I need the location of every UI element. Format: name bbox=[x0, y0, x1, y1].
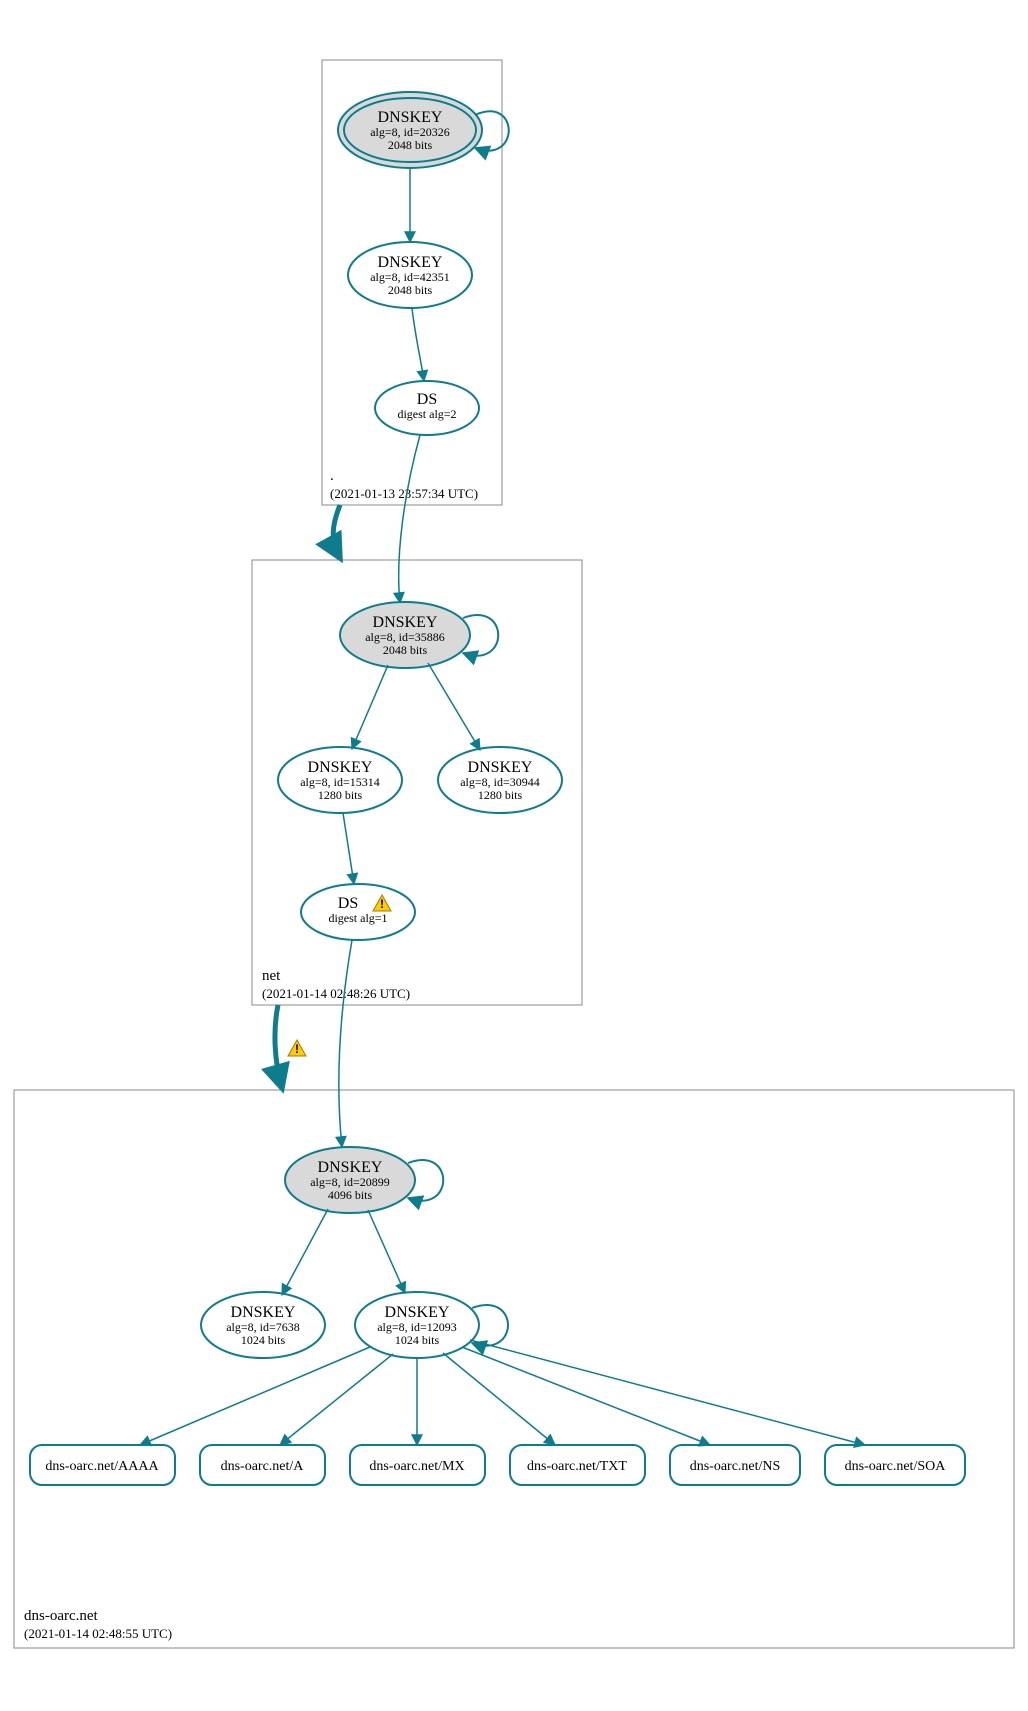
svg-text:digest alg=1: digest alg=1 bbox=[328, 911, 387, 925]
svg-text:2048 bits: 2048 bits bbox=[388, 138, 433, 152]
zone-net-ts: (2021-01-14 02:48:26 UTC) bbox=[262, 986, 410, 1001]
svg-text:2048 bits: 2048 bits bbox=[383, 643, 428, 657]
node-net-ksk: DNSKEY alg=8, id=35886 2048 bits bbox=[340, 602, 470, 668]
svg-text:1024 bits: 1024 bits bbox=[241, 1333, 286, 1347]
dnssec-graph: . (2021-01-13 23:57:34 UTC) net (2021-01… bbox=[0, 0, 1028, 1711]
zone-dnsoarc-name: dns-oarc.net bbox=[24, 1608, 99, 1624]
rrset-aaaa: dns-oarc.net/AAAA bbox=[30, 1445, 175, 1485]
edge-zsk2-txt bbox=[443, 1353, 555, 1445]
rrset-ns: dns-oarc.net/NS bbox=[670, 1445, 800, 1485]
svg-text:DNSKEY: DNSKEY bbox=[318, 1159, 383, 1176]
rrset-txt: dns-oarc.net/TXT bbox=[510, 1445, 645, 1485]
node-root-ds: DS digest alg=2 bbox=[375, 381, 479, 435]
rrset-mx: dns-oarc.net/MX bbox=[350, 1445, 485, 1485]
svg-text:dns-oarc.net/TXT: dns-oarc.net/TXT bbox=[527, 1459, 627, 1474]
svg-text:alg=8, id=35886: alg=8, id=35886 bbox=[365, 630, 445, 644]
edge-rootzsk-rootds bbox=[412, 308, 424, 381]
svg-text:alg=8, id=15314: alg=8, id=15314 bbox=[300, 775, 380, 789]
zone-root-name: . bbox=[330, 468, 334, 484]
edge-root-to-net bbox=[333, 505, 340, 558]
node-root-ksk: DNSKEY alg=8, id=20326 2048 bits bbox=[338, 92, 482, 168]
node-net-zsk1: DNSKEY alg=8, id=15314 1280 bits bbox=[278, 747, 402, 813]
edge-netksk-netzsk1 bbox=[352, 665, 388, 749]
edge-zsk2-aaaa bbox=[140, 1347, 370, 1445]
node-dnsoarc-ksk: DNSKEY alg=8, id=20899 4096 bits bbox=[285, 1147, 415, 1213]
svg-text:alg=8, id=7638: alg=8, id=7638 bbox=[226, 1320, 300, 1334]
svg-text:dns-oarc.net/NS: dns-oarc.net/NS bbox=[690, 1459, 781, 1474]
edge-doksk-dozsk2 bbox=[368, 1210, 405, 1293]
svg-text:!: ! bbox=[380, 897, 384, 911]
svg-text:digest alg=2: digest alg=2 bbox=[397, 407, 456, 421]
warning-icon: ! bbox=[288, 1040, 306, 1056]
svg-text:4096 bits: 4096 bits bbox=[328, 1188, 373, 1202]
svg-text:1280 bits: 1280 bits bbox=[478, 788, 523, 802]
svg-text:DNSKEY: DNSKEY bbox=[373, 614, 438, 631]
rrset-soa: dns-oarc.net/SOA bbox=[825, 1445, 965, 1485]
svg-text:DNSKEY: DNSKEY bbox=[308, 759, 373, 776]
edge-doksk-dozsk1 bbox=[282, 1209, 328, 1295]
svg-text:DNSKEY: DNSKEY bbox=[385, 1304, 450, 1321]
rrset-a: dns-oarc.net/A bbox=[200, 1445, 325, 1485]
svg-text:DS: DS bbox=[338, 895, 358, 912]
node-net-zsk2: DNSKEY alg=8, id=30944 1280 bits bbox=[438, 747, 562, 813]
svg-text:1280 bits: 1280 bits bbox=[318, 788, 363, 802]
svg-text:2048 bits: 2048 bits bbox=[388, 283, 433, 297]
svg-text:1024 bits: 1024 bits bbox=[395, 1333, 440, 1347]
zone-net-name: net bbox=[262, 968, 281, 984]
edge-rootds-netksk bbox=[399, 435, 420, 603]
edge-netzsk1-netds bbox=[343, 813, 354, 884]
svg-text:DNSKEY: DNSKEY bbox=[468, 759, 533, 776]
edge-netds-doksk bbox=[339, 940, 352, 1147]
svg-text:!: ! bbox=[295, 1042, 299, 1056]
edge-net-to-dnsoarc bbox=[275, 1005, 282, 1088]
svg-text:DNSKEY: DNSKEY bbox=[231, 1304, 296, 1321]
svg-text:dns-oarc.net/AAAA: dns-oarc.net/AAAA bbox=[45, 1459, 159, 1474]
svg-text:alg=8, id=30944: alg=8, id=30944 bbox=[460, 775, 540, 789]
node-net-ds: DS digest alg=1 ! bbox=[301, 884, 415, 940]
svg-text:dns-oarc.net/A: dns-oarc.net/A bbox=[221, 1459, 305, 1474]
svg-text:alg=8, id=20899: alg=8, id=20899 bbox=[310, 1175, 390, 1189]
node-dnsoarc-zsk1: DNSKEY alg=8, id=7638 1024 bits bbox=[201, 1292, 325, 1358]
svg-text:DNSKEY: DNSKEY bbox=[378, 254, 443, 271]
svg-text:DNSKEY: DNSKEY bbox=[378, 109, 443, 126]
zone-dnsoarc-ts: (2021-01-14 02:48:55 UTC) bbox=[24, 1626, 172, 1641]
svg-text:DS: DS bbox=[417, 391, 437, 408]
edge-zsk2-ns bbox=[462, 1347, 710, 1445]
node-root-zsk: DNSKEY alg=8, id=42351 2048 bits bbox=[348, 242, 472, 308]
edge-netksk-netzsk2 bbox=[428, 663, 480, 750]
zone-root-ts: (2021-01-13 23:57:34 UTC) bbox=[330, 486, 478, 501]
svg-text:alg=8, id=42351: alg=8, id=42351 bbox=[370, 270, 450, 284]
svg-text:alg=8, id=12093: alg=8, id=12093 bbox=[377, 1320, 457, 1334]
svg-text:alg=8, id=20326: alg=8, id=20326 bbox=[370, 125, 450, 139]
zone-dnsoarc-box bbox=[14, 1090, 1014, 1648]
node-dnsoarc-zsk2: DNSKEY alg=8, id=12093 1024 bits bbox=[355, 1292, 479, 1358]
edge-zsk2-a bbox=[280, 1354, 393, 1445]
svg-text:dns-oarc.net/MX: dns-oarc.net/MX bbox=[369, 1459, 464, 1474]
edge-zsk2-soa bbox=[470, 1340, 865, 1445]
svg-text:dns-oarc.net/SOA: dns-oarc.net/SOA bbox=[845, 1459, 947, 1474]
